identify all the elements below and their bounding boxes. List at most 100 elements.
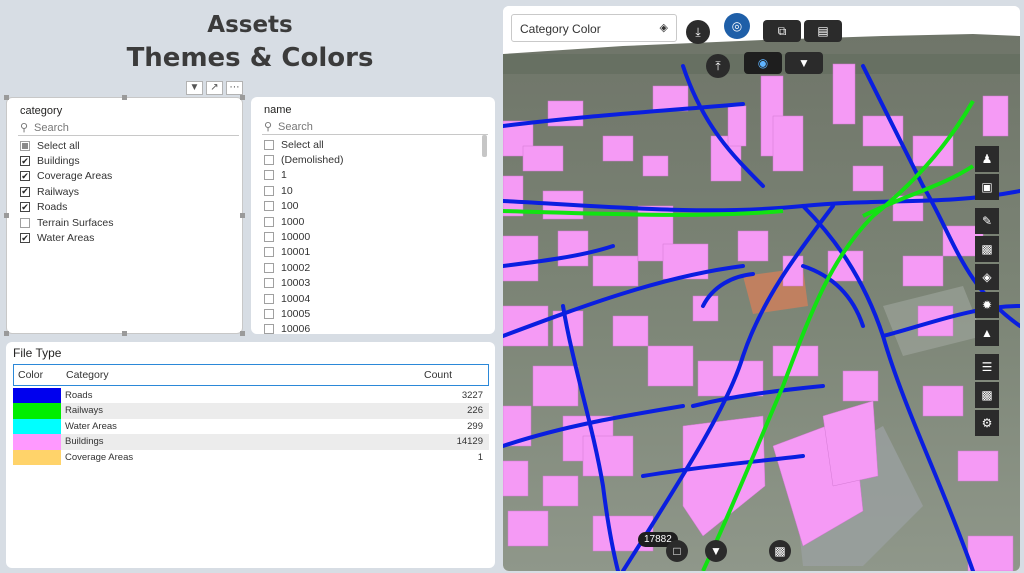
table-row[interactable]: Railways 226 <box>13 403 489 419</box>
record-icon[interactable]: ◉ <box>744 52 782 74</box>
slicer-item-label: Roads <box>37 201 68 214</box>
copy-icon[interactable]: ⧉ <box>763 20 801 42</box>
search-input[interactable]: ⚲ Search <box>18 122 239 136</box>
slicer-item-label: 10000 <box>281 231 311 244</box>
slicer-item[interactable]: 10001 <box>264 245 343 260</box>
slicer-item[interactable]: 10004 <box>264 291 343 306</box>
checkbox[interactable] <box>264 201 274 212</box>
upload-icon[interactable]: ⤒ <box>706 54 730 78</box>
layers-icon: ◈ <box>659 22 668 34</box>
page-title: Assets <box>207 12 293 38</box>
slicer-item[interactable]: 1000 <box>264 214 343 229</box>
slicer-item[interactable]: Select all <box>20 138 113 153</box>
table-row[interactable]: Coverage Areas 1 <box>13 449 489 465</box>
table-row[interactable]: Water Areas 299 <box>13 418 489 435</box>
hierarchy-icon[interactable]: ☰ <box>975 354 999 380</box>
filter-icon[interactable]: ▼ <box>785 52 823 74</box>
network-icon[interactable]: ✹ <box>975 292 999 318</box>
checkbox[interactable] <box>264 170 274 181</box>
count-cell: 1 <box>477 451 483 463</box>
column-header-count[interactable]: Count <box>424 369 452 381</box>
slicer-item[interactable]: ✔ Water Areas <box>20 230 113 245</box>
table-row[interactable]: Buildings 14129 <box>13 434 489 450</box>
slicer-item[interactable]: 10002 <box>264 260 343 275</box>
slicer-item-label: 10003 <box>281 277 311 290</box>
hatch-icon[interactable]: ▤ <box>804 20 842 42</box>
slicer-item-label: 10 <box>281 184 293 197</box>
person-icon[interactable]: ♟ <box>975 146 999 172</box>
slicer-item[interactable]: 10003 <box>264 276 343 291</box>
more-options-icon[interactable]: ⋯ <box>226 81 243 95</box>
checkbox[interactable] <box>264 262 274 273</box>
download-icon[interactable]: ⤓ <box>686 20 710 44</box>
search-placeholder: Search <box>278 121 313 133</box>
checkbox[interactable] <box>264 247 274 258</box>
checkbox[interactable] <box>264 308 274 319</box>
slicer-item-label: 1000 <box>281 215 305 228</box>
checkbox[interactable]: ✔ <box>20 171 30 182</box>
folder-icon[interactable]: ▩ <box>975 236 999 262</box>
slicer-item[interactable]: Terrain Surfaces <box>20 215 113 230</box>
settings-gear-icon[interactable]: ⚙ <box>975 410 999 436</box>
slicer-item-label: 10006 <box>281 323 311 336</box>
slicer-item[interactable]: 10006 <box>264 322 343 337</box>
search-input[interactable]: ⚲ Search <box>262 121 488 135</box>
checkbox[interactable]: ✔ <box>20 186 30 197</box>
table-body: Roads 3227 Railways 226 Water Areas 299 Buildi… <box>13 388 489 465</box>
slicer-item[interactable]: 100 <box>264 199 343 214</box>
color-swatch <box>13 388 61 404</box>
checkbox[interactable] <box>264 293 274 304</box>
checkbox[interactable] <box>264 324 274 335</box>
filter-icon[interactable]: ▼ <box>186 81 203 95</box>
theme-selector-value: Category Color <box>520 22 601 36</box>
slicer-item[interactable]: 10 <box>264 183 343 198</box>
checkbox[interactable]: ✔ <box>20 233 30 244</box>
slicer-item[interactable]: ✔ Coverage Areas <box>20 169 113 184</box>
slicer-item-label: 1 <box>281 169 287 182</box>
slicer-item[interactable]: 10000 <box>264 229 343 244</box>
cube-icon[interactable]: ▲ <box>975 320 999 346</box>
slicer-item[interactable]: Select all <box>264 137 343 152</box>
column-header-category[interactable]: Category <box>66 369 109 381</box>
scrollbar[interactable] <box>482 135 487 157</box>
table-row[interactable]: Roads 3227 <box>13 388 489 404</box>
slicer-item[interactable]: ✔ Roads <box>20 200 113 215</box>
camera-icon[interactable]: ▣ <box>975 174 999 200</box>
slicer-item[interactable]: ✔ Buildings <box>20 153 113 168</box>
map-viewer[interactable]: Category Color ◈ ⤓ ◎ ⧉ ▤ ⤒ ◉ ▼ ♟ ▣ ✎ ▩ ◈… <box>503 6 1020 571</box>
slicer-item[interactable]: 1 <box>264 168 343 183</box>
slicer-item-label: 10004 <box>281 292 311 305</box>
save-disk-icon[interactable]: ▩ <box>975 382 999 408</box>
theme-selector-dropdown[interactable]: Category Color ◈ <box>511 14 677 42</box>
category-cell: Coverage Areas <box>65 451 134 463</box>
slicer-item[interactable]: 10005 <box>264 306 343 321</box>
checkbox[interactable] <box>264 216 274 227</box>
checkbox[interactable] <box>264 139 274 150</box>
slicer-item[interactable]: ✔ Railways <box>20 184 113 199</box>
checkbox[interactable]: ✔ <box>20 156 30 167</box>
slicer-item-label: Water Areas <box>37 232 95 245</box>
checkbox[interactable] <box>20 217 30 228</box>
checkbox[interactable] <box>20 140 30 151</box>
3d-map-canvas[interactable] <box>503 6 1020 571</box>
checkbox[interactable]: ✔ <box>20 202 30 213</box>
checkbox[interactable] <box>264 278 274 289</box>
search-icon: ⚲ <box>20 122 29 134</box>
checkbox[interactable] <box>264 232 274 243</box>
slicer-item[interactable]: (Demolished) <box>264 152 343 167</box>
layers-stack-icon[interactable]: ◈ <box>975 264 999 290</box>
slicer-item-label: Buildings <box>37 155 80 168</box>
target-icon[interactable]: ◎ <box>724 13 750 39</box>
checkbox[interactable] <box>264 155 274 166</box>
slicer-item-label: (Demolished) <box>281 154 344 167</box>
checkbox[interactable] <box>264 185 274 196</box>
category-slicer: category ⚲ Search Select all ✔ Buildings ✔ C… <box>4 95 245 336</box>
clear-filter-icon[interactable]: ▼ <box>705 540 727 562</box>
slicer-item-label: 10001 <box>281 246 311 259</box>
save-icon[interactable]: ▩ <box>769 540 791 562</box>
column-header-color[interactable]: Color <box>18 369 43 381</box>
select-area-icon[interactable]: □ <box>666 540 688 562</box>
focus-mode-icon[interactable]: ↗ <box>206 81 223 95</box>
measure-icon[interactable]: ✎ <box>975 208 999 234</box>
table-title: File Type <box>13 346 62 360</box>
